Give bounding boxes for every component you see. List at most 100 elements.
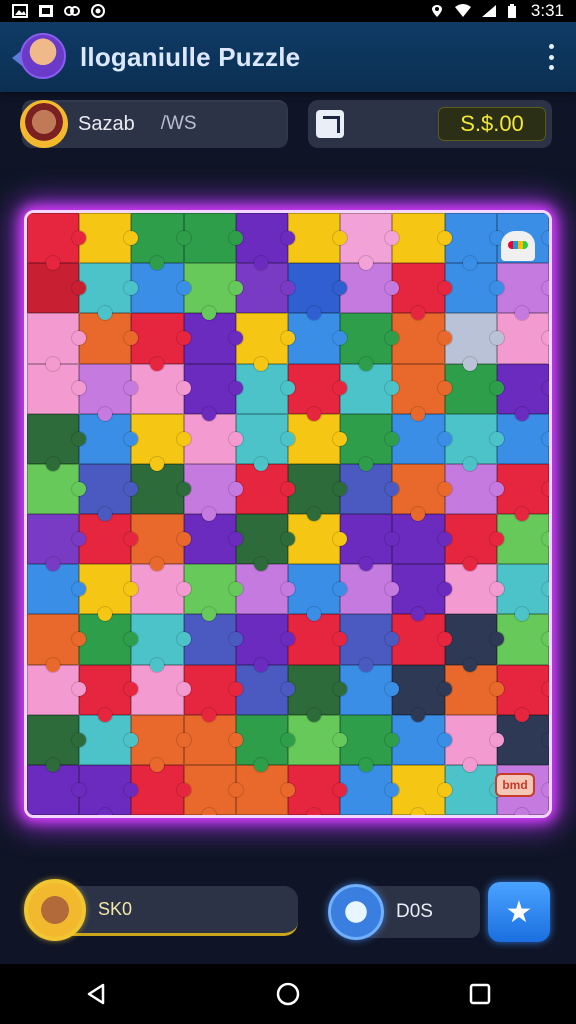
- puzzle-piece[interactable]: [79, 363, 139, 421]
- puzzle-piece[interactable]: [444, 614, 505, 672]
- puzzle-piece[interactable]: [131, 463, 191, 514]
- puzzle-piece[interactable]: [183, 313, 244, 364]
- star-button[interactable]: ★: [488, 882, 550, 942]
- puzzle-piece[interactable]: [392, 463, 452, 522]
- puzzle-piece[interactable]: [27, 564, 87, 615]
- puzzle-piece[interactable]: [340, 714, 400, 773]
- puzzle-piece[interactable]: [131, 363, 191, 414]
- puzzle-piece[interactable]: [183, 363, 244, 421]
- puzzle-piece[interactable]: [235, 463, 296, 514]
- puzzle-piece[interactable]: [183, 614, 244, 665]
- puzzle-piece[interactable]: [131, 764, 191, 815]
- puzzle-piece[interactable]: [444, 213, 505, 271]
- puzzle-piece[interactable]: [183, 463, 244, 522]
- puzzle-piece[interactable]: [235, 764, 296, 815]
- puzzle-grid[interactable]: [27, 213, 549, 815]
- puzzle-piece[interactable]: [131, 514, 191, 572]
- puzzle-piece[interactable]: [27, 764, 87, 815]
- puzzle-piece[interactable]: [79, 463, 139, 522]
- hint-button[interactable]: SK0: [24, 878, 298, 941]
- puzzle-piece[interactable]: [392, 263, 452, 321]
- puzzle-piece[interactable]: [27, 313, 87, 371]
- puzzle-piece[interactable]: [79, 263, 139, 321]
- puzzle-piece[interactable]: [235, 514, 296, 572]
- puzzle-piece[interactable]: [340, 463, 400, 514]
- puzzle-piece[interactable]: [131, 213, 191, 271]
- bonus-button[interactable]: D0S: [328, 884, 480, 940]
- puzzle-piece[interactable]: [27, 514, 87, 572]
- puzzle-piece[interactable]: [392, 514, 452, 565]
- puzzle-piece[interactable]: [496, 263, 549, 321]
- puzzle-piece[interactable]: [27, 664, 87, 715]
- puzzle-piece[interactable]: [288, 514, 348, 565]
- puzzle-piece[interactable]: [131, 714, 191, 773]
- puzzle-piece[interactable]: [131, 313, 191, 371]
- puzzle-piece[interactable]: [340, 614, 400, 672]
- puzzle-piece[interactable]: [444, 514, 505, 572]
- back-button[interactable]: [12, 29, 74, 85]
- puzzle-piece[interactable]: [27, 463, 87, 514]
- puzzle-piece[interactable]: [288, 714, 348, 765]
- puzzle-piece[interactable]: [288, 664, 348, 722]
- puzzle-piece[interactable]: [496, 514, 549, 565]
- puzzle-piece[interactable]: [392, 714, 452, 765]
- puzzle-piece[interactable]: [288, 363, 348, 421]
- board-badge[interactable]: bmd: [495, 773, 535, 797]
- puzzle-piece[interactable]: [27, 363, 87, 414]
- puzzle-piece[interactable]: [496, 714, 549, 765]
- puzzle-piece[interactable]: [131, 263, 191, 314]
- puzzle-piece[interactable]: [79, 514, 139, 565]
- puzzle-piece[interactable]: [288, 764, 348, 815]
- puzzle-piece[interactable]: [183, 263, 244, 321]
- puzzle-piece[interactable]: [444, 764, 505, 815]
- recents-square-icon[interactable]: [468, 982, 492, 1006]
- coins-card[interactable]: S.$.00: [308, 100, 552, 148]
- puzzle-piece[interactable]: [183, 664, 244, 722]
- puzzle-piece[interactable]: [183, 564, 244, 622]
- puzzle-piece[interactable]: [131, 614, 191, 672]
- puzzle-piece[interactable]: [392, 213, 452, 264]
- puzzle-piece[interactable]: [340, 313, 400, 371]
- puzzle-piece[interactable]: [79, 313, 139, 364]
- puzzle-piece[interactable]: [27, 614, 87, 672]
- puzzle-piece[interactable]: [235, 263, 296, 314]
- puzzle-piece[interactable]: [444, 564, 505, 615]
- puzzle-piece[interactable]: [183, 714, 244, 765]
- puzzle-piece[interactable]: [444, 363, 505, 414]
- home-circle-icon[interactable]: [276, 982, 300, 1006]
- puzzle-piece[interactable]: [79, 614, 139, 665]
- puzzle-piece[interactable]: [496, 463, 549, 522]
- puzzle-piece[interactable]: [235, 714, 296, 773]
- puzzle-piece[interactable]: [288, 213, 348, 264]
- player-card[interactable]: Sazab /WS: [20, 100, 288, 148]
- puzzle-piece[interactable]: [27, 413, 87, 472]
- puzzle-piece[interactable]: [392, 664, 452, 722]
- puzzle-piece[interactable]: [444, 664, 505, 715]
- puzzle-piece[interactable]: [79, 764, 139, 815]
- puzzle-piece[interactable]: [235, 363, 296, 414]
- puzzle-piece[interactable]: [444, 413, 505, 472]
- puzzle-piece[interactable]: [235, 564, 296, 615]
- puzzle-piece[interactable]: [340, 213, 400, 271]
- puzzle-piece[interactable]: [131, 564, 191, 615]
- puzzle-piece[interactable]: [183, 213, 244, 264]
- puzzle-piece[interactable]: [392, 413, 452, 464]
- puzzle-piece[interactable]: [496, 614, 549, 665]
- puzzle-piece[interactable]: [131, 664, 191, 715]
- puzzle-piece[interactable]: [340, 664, 400, 715]
- puzzle-piece[interactable]: [392, 764, 452, 815]
- puzzle-piece[interactable]: [288, 463, 348, 522]
- puzzle-piece[interactable]: [392, 363, 452, 421]
- puzzle-piece[interactable]: [235, 614, 296, 672]
- puzzle-piece[interactable]: [79, 564, 139, 622]
- puzzle-piece[interactable]: [340, 564, 400, 615]
- puzzle-piece[interactable]: [340, 363, 400, 414]
- puzzle-piece[interactable]: [496, 413, 549, 464]
- puzzle-piece[interactable]: [235, 313, 296, 371]
- puzzle-piece[interactable]: [444, 714, 505, 773]
- palette-icon[interactable]: [501, 231, 535, 261]
- puzzle-piece[interactable]: [235, 664, 296, 715]
- puzzle-piece[interactable]: [340, 764, 400, 815]
- kebab-menu-icon[interactable]: [548, 44, 554, 70]
- puzzle-piece[interactable]: [340, 514, 400, 572]
